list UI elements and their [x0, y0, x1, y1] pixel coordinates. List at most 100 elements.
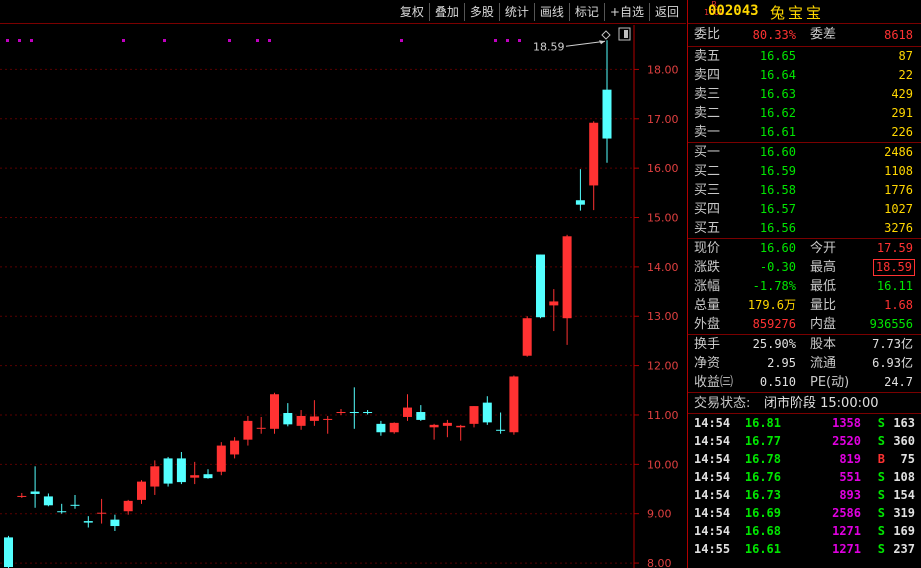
buy-row[interactable]: 买四 16.57 1027: [688, 200, 921, 219]
candle-body: [522, 318, 532, 356]
candle[interactable]: [203, 469, 213, 479]
candle[interactable]: [70, 494, 80, 509]
candle[interactable]: [456, 424, 466, 441]
candle[interactable]: [509, 375, 519, 435]
buy-volume: 2486: [884, 145, 913, 159]
candle[interactable]: [270, 392, 279, 434]
event-marker[interactable]: [30, 39, 33, 42]
event-marker[interactable]: [518, 39, 521, 42]
event-marker[interactable]: [494, 39, 497, 42]
sell-row[interactable]: 卖五 16.65 87: [688, 47, 921, 66]
candle[interactable]: [562, 234, 572, 345]
candle[interactable]: [176, 451, 186, 485]
candle[interactable]: [309, 400, 319, 426]
trade-time: 14:55: [694, 542, 731, 556]
sell-row[interactable]: 卖一 16.61 226: [688, 123, 921, 142]
fuquan-button[interactable]: 复权: [395, 3, 429, 21]
candle[interactable]: [416, 405, 426, 421]
candle[interactable]: [57, 503, 67, 514]
candle[interactable]: [283, 403, 293, 427]
candle[interactable]: [123, 499, 133, 515]
candle[interactable]: [336, 409, 346, 415]
candle[interactable]: [216, 442, 226, 476]
event-marker[interactable]: [400, 39, 403, 42]
sell-row[interactable]: 卖四 16.64 22: [688, 66, 921, 85]
candle-body: [283, 412, 293, 425]
candle[interactable]: [230, 437, 240, 459]
candle-body: [429, 424, 439, 428]
buy-price: 16.59: [759, 164, 796, 178]
multi-stock-button[interactable]: 多股: [463, 3, 499, 21]
event-marker[interactable]: [268, 39, 271, 42]
trade-row: 14:55 16.61 1271 S 237: [688, 540, 921, 558]
candle[interactable]: [469, 406, 479, 428]
candle[interactable]: [323, 415, 333, 434]
candle[interactable]: [403, 394, 412, 421]
candle[interactable]: [97, 498, 107, 524]
trade-ticker[interactable]: 14:54 16.81 1358 S 163 14:54 16.77 2520 S 360 14:5…: [688, 413, 921, 558]
weicha-value: 8618: [884, 28, 913, 42]
candle[interactable]: [575, 169, 585, 211]
chart-canvas[interactable]: 18.00 17.00 16.00 15.00 14.00 13.00 12.00 11.00…: [0, 25, 686, 568]
candle[interactable]: [163, 456, 173, 487]
candle[interactable]: [30, 466, 40, 508]
candle[interactable]: [43, 493, 53, 507]
stock-code: 002043: [708, 3, 759, 19]
candle[interactable]: [482, 396, 492, 425]
candle[interactable]: [110, 514, 120, 531]
candle[interactable]: [429, 423, 439, 440]
candle[interactable]: [296, 410, 306, 430]
y-tick-label: 9.00: [647, 508, 672, 521]
buy-row[interactable]: 买三 16.58 1776: [688, 181, 921, 200]
candle[interactable]: [442, 419, 452, 438]
sell-row[interactable]: 卖二 16.62 291: [688, 104, 921, 123]
back-button[interactable]: 返回: [648, 3, 684, 21]
candle[interactable]: [496, 412, 506, 434]
stock-header: R 1000 002043 兔宝宝: [688, 0, 921, 24]
buy-row[interactable]: 买二 16.59 1108: [688, 162, 921, 181]
trade-time: 14:54: [694, 434, 731, 448]
event-marker[interactable]: [256, 39, 259, 42]
candle[interactable]: [349, 387, 359, 429]
sell-row[interactable]: 卖三 16.63 429: [688, 85, 921, 104]
candle[interactable]: [17, 492, 27, 498]
mark-button[interactable]: 标记: [568, 3, 604, 21]
event-marker[interactable]: [18, 39, 21, 42]
sell-book: 卖五 16.65 87 卖四 16.64 22 卖三 16.63 429 卖二 16.62 291 卖一…: [688, 46, 921, 142]
candle[interactable]: [376, 420, 386, 436]
y-tick-label: 13.00: [647, 310, 679, 323]
candle[interactable]: [256, 416, 266, 434]
candle[interactable]: [363, 410, 373, 415]
candle[interactable]: [243, 415, 253, 446]
event-marker[interactable]: [163, 39, 166, 42]
candle[interactable]: [536, 254, 545, 319]
diamond-icon[interactable]: [601, 30, 611, 40]
candle[interactable]: [602, 40, 612, 163]
event-marker[interactable]: [6, 39, 9, 42]
add-watchlist-button[interactable]: +自选: [603, 3, 649, 21]
candle[interactable]: [150, 460, 160, 495]
buy-price: 16.56: [759, 221, 796, 235]
candle-body: [83, 521, 93, 523]
candle[interactable]: [522, 316, 532, 357]
buy-row[interactable]: 买五 16.56 3276: [688, 219, 921, 238]
statistics-button[interactable]: 统计: [498, 3, 534, 21]
y-tick-label: 18.00: [647, 63, 679, 76]
candle[interactable]: [549, 289, 559, 332]
candle[interactable]: [83, 516, 93, 528]
candle[interactable]: [190, 461, 200, 485]
candle[interactable]: [389, 422, 399, 434]
candle[interactable]: [137, 480, 146, 504]
candle[interactable]: [4, 535, 13, 568]
liutong-value: 6.93亿: [872, 356, 913, 370]
candle[interactable]: [589, 121, 599, 211]
overlay-button[interactable]: 叠加: [428, 3, 464, 21]
buy-row[interactable]: 买一 16.60 2486: [688, 143, 921, 162]
draw-line-button[interactable]: 画线: [533, 3, 569, 21]
event-marker[interactable]: [228, 39, 231, 42]
guben-value: 7.73亿: [872, 337, 913, 351]
event-marker[interactable]: [506, 39, 509, 42]
event-marker[interactable]: [122, 39, 125, 42]
candlestick-chart[interactable]: 18.00 17.00 16.00 15.00 14.00 13.00 12.00 11.00…: [0, 25, 686, 568]
candle-body: [256, 427, 266, 429]
